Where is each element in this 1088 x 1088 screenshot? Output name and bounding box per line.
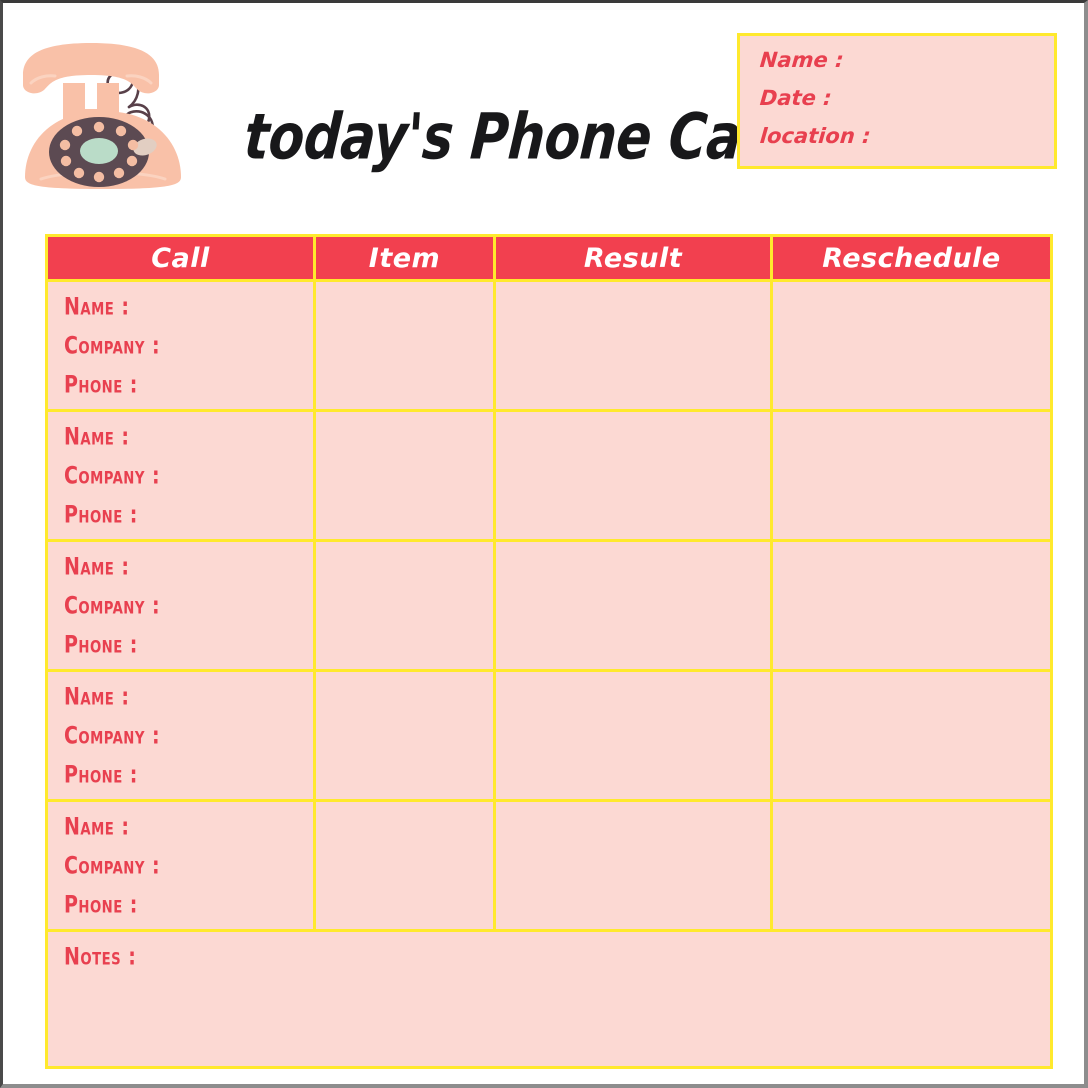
- field-label-phone: Phone :: [64, 891, 138, 919]
- cell-result[interactable]: [496, 672, 773, 799]
- phone-dial-center: [80, 138, 118, 164]
- table-row: Name : Company : Phone :: [48, 539, 1050, 669]
- info-field-name[interactable]: Name :: [759, 48, 1055, 72]
- field-label-company: Company :: [64, 462, 161, 490]
- cell-item[interactable]: [316, 672, 496, 799]
- field-label-name: Name :: [64, 813, 130, 841]
- table-header-row: Call Item Result Reschedule: [48, 237, 1050, 279]
- field-label-name: Name :: [64, 683, 130, 711]
- cell-call[interactable]: Name : Company : Phone :: [48, 672, 316, 799]
- page-title: today's Phone Calls: [241, 101, 809, 175]
- cell-call[interactable]: Name : Company : Phone :: [48, 542, 316, 669]
- cell-reschedule[interactable]: [773, 282, 1050, 409]
- rotary-phone-icon: [11, 27, 241, 199]
- cell-call[interactable]: Name : Company : Phone :: [48, 802, 316, 929]
- cell-item[interactable]: [316, 802, 496, 929]
- field-label-name: Name :: [64, 553, 130, 581]
- cell-reschedule[interactable]: [773, 412, 1050, 539]
- column-header-result: Result: [496, 237, 773, 279]
- cell-result[interactable]: [496, 282, 773, 409]
- cell-call[interactable]: Name : Company : Phone :: [48, 412, 316, 539]
- table-row: Name : Company : Phone :: [48, 669, 1050, 799]
- field-label-notes: Notes :: [64, 943, 137, 971]
- cell-reschedule[interactable]: [773, 802, 1050, 929]
- cell-reschedule[interactable]: [773, 542, 1050, 669]
- cell-result[interactable]: [496, 542, 773, 669]
- cell-call[interactable]: Name : Company : Phone :: [48, 282, 316, 409]
- cell-item[interactable]: [316, 542, 496, 669]
- field-label-phone: Phone :: [64, 501, 138, 529]
- table-row: Name : Company : Phone :: [48, 799, 1050, 929]
- header-info-box[interactable]: Name : Date : location :: [737, 33, 1057, 169]
- cell-reschedule[interactable]: [773, 672, 1050, 799]
- phone-handset: [23, 43, 159, 94]
- cell-item[interactable]: [316, 282, 496, 409]
- table-row: Name : Company : Phone :: [48, 279, 1050, 409]
- field-label-company: Company :: [64, 592, 161, 620]
- notes-row: Notes :: [48, 929, 1050, 1066]
- info-field-date[interactable]: Date :: [759, 86, 1055, 110]
- phone-calls-table: Call Item Result Reschedule Name : Compa…: [45, 234, 1053, 1069]
- field-label-company: Company :: [64, 852, 161, 880]
- field-label-company: Company :: [64, 332, 161, 360]
- column-header-call: Call: [48, 237, 316, 279]
- cell-result[interactable]: [496, 802, 773, 929]
- info-field-location[interactable]: location :: [759, 124, 1055, 148]
- field-label-phone: Phone :: [64, 631, 138, 659]
- field-label-name: Name :: [64, 293, 130, 321]
- cell-notes[interactable]: Notes :: [48, 932, 1050, 1066]
- column-header-reschedule: Reschedule: [822, 242, 1001, 274]
- cell-item[interactable]: [316, 412, 496, 539]
- field-label-name: Name :: [64, 423, 130, 451]
- phone-cradle-posts: [63, 83, 119, 123]
- field-label-phone: Phone :: [64, 761, 138, 789]
- table-row: Name : Company : Phone :: [48, 409, 1050, 539]
- cell-result[interactable]: [496, 412, 773, 539]
- page-header: today's Phone Calls Name : Date : locati…: [3, 3, 1084, 221]
- field-label-company: Company :: [64, 722, 161, 750]
- field-label-phone: Phone :: [64, 371, 138, 399]
- printable-page: today's Phone Calls Name : Date : locati…: [0, 0, 1088, 1088]
- column-header-item: Item: [316, 237, 496, 279]
